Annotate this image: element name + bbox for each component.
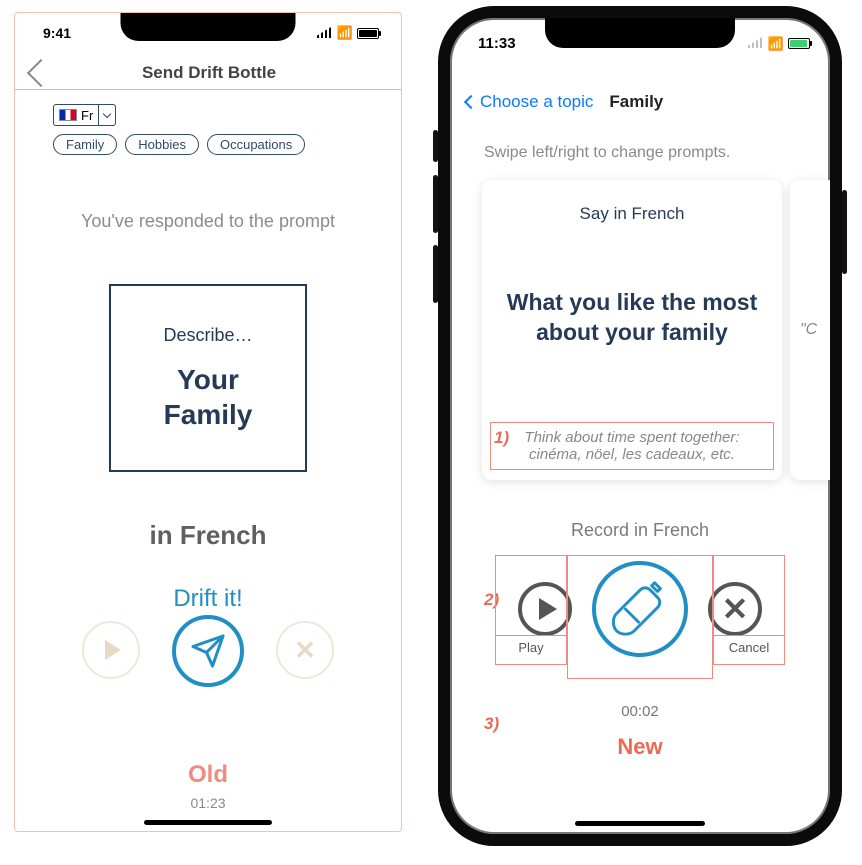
notch <box>121 13 296 41</box>
play-label: Play <box>495 635 567 655</box>
prompt-describe: Describe… <box>163 325 252 346</box>
record-label: Record in French <box>450 520 830 541</box>
device-side-button <box>842 190 847 274</box>
nav-bar: Choose a topic Family <box>450 52 830 118</box>
mockup-label-new: New <box>450 734 830 760</box>
home-indicator <box>144 820 272 825</box>
play-button[interactable] <box>82 621 140 679</box>
paper-plane-icon <box>190 633 226 669</box>
record-action-row: Play Cancel ✕ <box>495 555 785 657</box>
battery-icon <box>788 38 810 49</box>
next-prompt-peek[interactable]: "C <box>790 180 830 480</box>
device-frame: 11:33 📶 Choose a topic Family Swipe left… <box>438 6 842 846</box>
phone-new-mockup: 11:33 📶 Choose a topic Family Swipe left… <box>432 0 848 852</box>
back-label: Choose a topic <box>480 92 593 112</box>
mockup-label-old: Old <box>188 761 228 789</box>
responded-message: You've responded to the prompt <box>15 211 401 232</box>
hint-text: Think about time spent together: cinéma,… <box>490 422 774 470</box>
cancel-button[interactable]: ✕ <box>276 621 334 679</box>
language-select[interactable]: Fr <box>53 104 116 126</box>
prompt-card: Describe… Your Family <box>109 284 307 472</box>
status-time: 9:41 <box>43 25 71 41</box>
annotation-box <box>567 555 713 679</box>
header: Send Drift Bottle <box>15 63 401 90</box>
in-language-label: in French <box>15 520 401 551</box>
prompt-main: Your Family <box>164 362 253 432</box>
status-time: 11:33 <box>478 35 516 52</box>
page-title: Send Drift Bottle <box>29 63 389 83</box>
timer: 01:23 <box>190 795 225 811</box>
status-icons: 📶 <box>317 25 379 41</box>
chevron-left-icon <box>464 95 478 109</box>
prompt-text: What you like the most about your family <box>507 288 757 348</box>
close-icon: ✕ <box>294 635 316 666</box>
cancel-label: Cancel <box>713 635 785 655</box>
play-icon <box>105 640 121 660</box>
chevron-down-icon <box>103 109 111 117</box>
topic-chip-row: Family Hobbies Occupations <box>15 134 401 155</box>
phone-old-mockup: 9:41 📶 Send Drift Bottle Fr Family Hobbi… <box>14 12 402 832</box>
back-button[interactable]: Choose a topic <box>466 92 593 112</box>
chip-occupations[interactable]: Occupations <box>207 134 305 155</box>
language-code: Fr <box>81 108 98 123</box>
action-row: ✕ <box>15 621 401 687</box>
wifi-icon: 📶 <box>337 25 353 41</box>
swipe-instruction: Swipe left/right to change prompts. <box>450 118 830 180</box>
annotation-1: 1) <box>494 428 509 448</box>
chip-family[interactable]: Family <box>53 134 117 155</box>
timer: 00:02 <box>450 703 830 720</box>
chip-hobbies[interactable]: Hobbies <box>125 134 199 155</box>
send-button[interactable] <box>172 615 244 687</box>
signal-icon <box>317 25 333 41</box>
home-indicator <box>575 821 705 826</box>
status-icons: 📶 <box>748 35 810 52</box>
nav-title: Family <box>609 92 663 112</box>
notch <box>545 18 735 48</box>
annotation-3: 3) <box>484 714 499 734</box>
say-in-label: Say in French <box>580 204 685 224</box>
wifi-icon: 📶 <box>768 36 784 52</box>
battery-icon <box>357 28 379 39</box>
prompt-card: Say in French What you like the most abo… <box>482 180 782 480</box>
flag-fr-icon <box>59 109 77 121</box>
drift-cta-label: Drift it! <box>15 585 401 613</box>
signal-icon <box>748 35 764 52</box>
